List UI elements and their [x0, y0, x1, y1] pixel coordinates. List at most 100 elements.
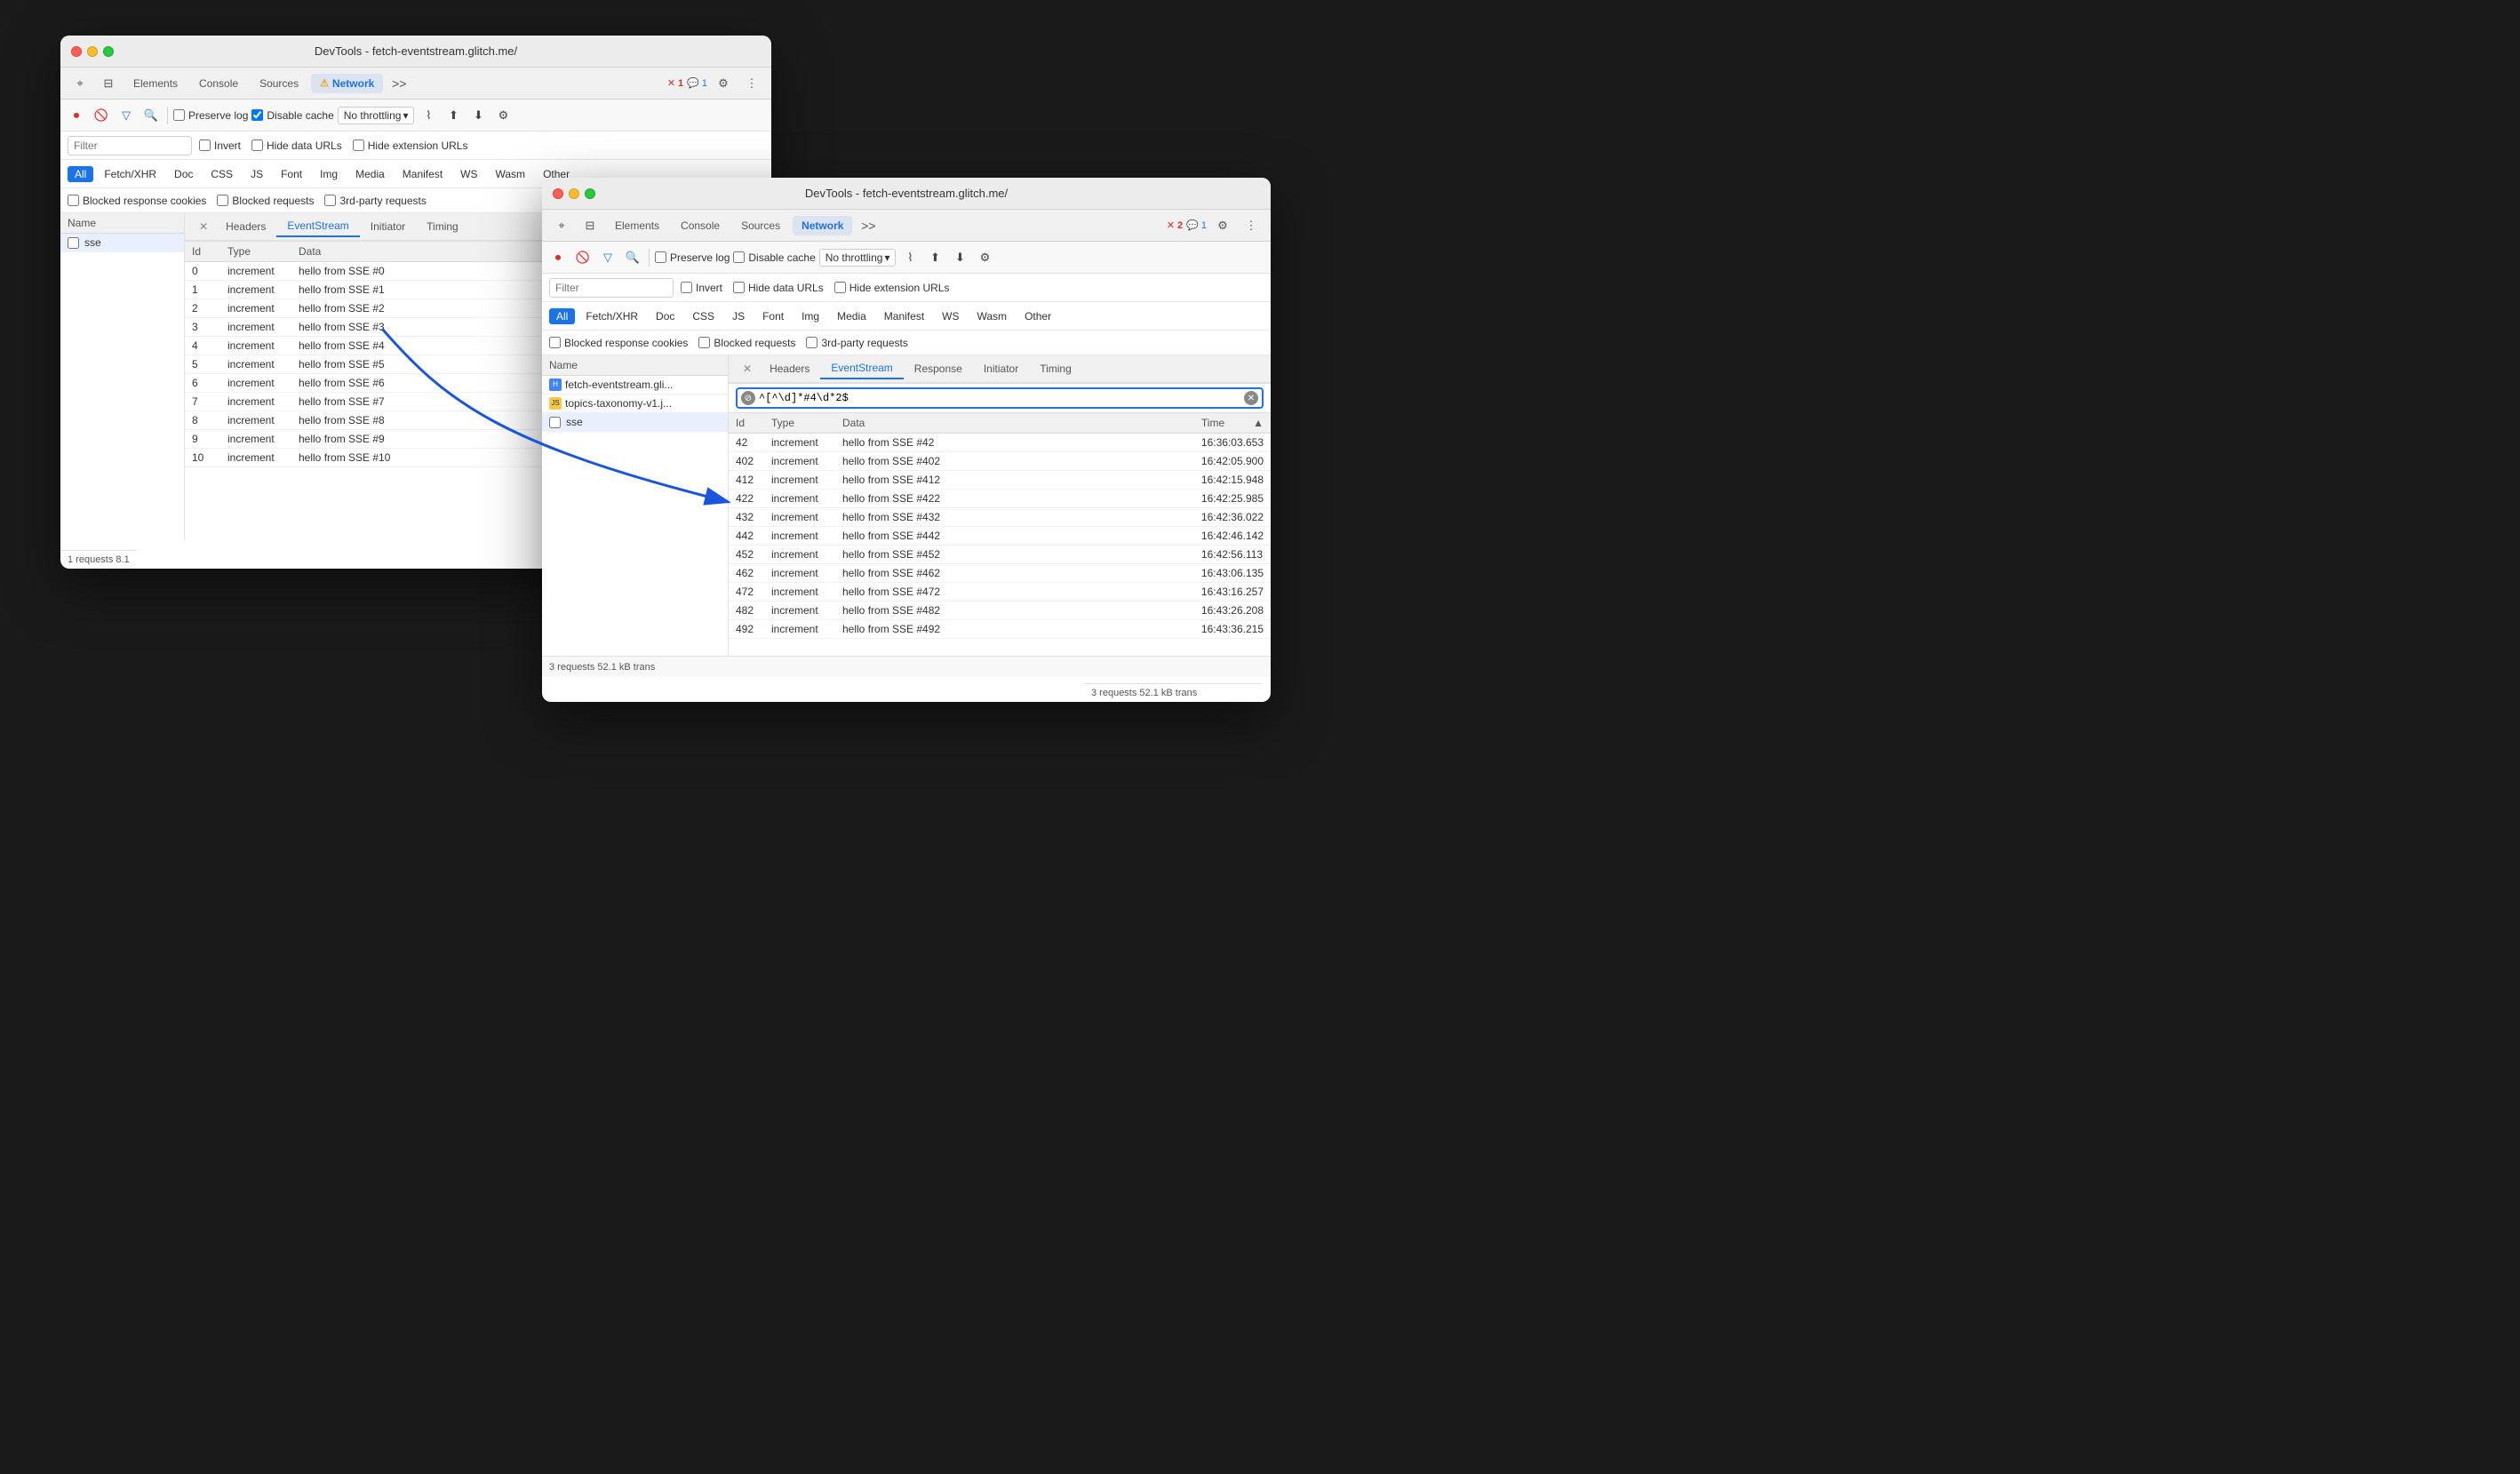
type-btn-other-2[interactable]: Other: [1017, 308, 1058, 324]
cursor-icon-2[interactable]: ⌖: [549, 213, 574, 238]
sub-tab-close-1[interactable]: ✕: [192, 217, 215, 236]
layers-icon[interactable]: ⊟: [96, 71, 121, 96]
download-icon-1[interactable]: ⬇: [467, 105, 489, 126]
invert-checkbox-2[interactable]: Invert: [681, 282, 722, 294]
hide-data-checkbox-2[interactable]: Hide data URLs: [733, 282, 824, 294]
network-gear-2[interactable]: ⚙: [974, 247, 995, 268]
third-party-1[interactable]: 3rd-party requests: [324, 195, 426, 207]
cursor-icon[interactable]: ⌖: [68, 71, 92, 96]
table-row[interactable]: 422 increment hello from SSE #422 16:42:…: [729, 490, 1271, 508]
wifi-icon-2[interactable]: ⌇: [899, 247, 921, 268]
upload-icon-1[interactable]: ⬆: [443, 105, 464, 126]
throttle-select-2[interactable]: No throttling ▾: [819, 249, 897, 267]
table-row[interactable]: JS topics-taxonomy-v1.j...: [542, 394, 728, 413]
type-btn-doc-1[interactable]: Doc: [167, 166, 200, 182]
filter-icon-1[interactable]: ▽: [116, 105, 137, 126]
sub-tab-headers-1[interactable]: Headers: [215, 217, 276, 236]
filter-input-1[interactable]: [68, 136, 192, 155]
type-btn-manifest-2[interactable]: Manifest: [877, 308, 931, 324]
tab-console-1[interactable]: Console: [190, 74, 247, 93]
type-btn-fetchxhr-1[interactable]: Fetch/XHR: [97, 166, 163, 182]
minimize-button-1[interactable]: [87, 46, 98, 57]
table-row[interactable]: 492 increment hello from SSE #492 16:43:…: [729, 620, 1271, 639]
type-btn-fetchxhr-2[interactable]: Fetch/XHR: [578, 308, 645, 324]
table-row[interactable]: sse: [542, 413, 728, 432]
table-row[interactable]: 412 increment hello from SSE #412 16:42:…: [729, 471, 1271, 490]
search-button-2[interactable]: 🔍: [622, 247, 643, 268]
more-options-icon-2[interactable]: ⋮: [1239, 213, 1264, 238]
regex-clear-icon[interactable]: ✕: [1244, 391, 1258, 405]
events-table-container-2[interactable]: Id Type Data Time ▲ 42 increment hello f…: [729, 413, 1271, 656]
third-party-2[interactable]: 3rd-party requests: [806, 337, 907, 349]
filter-input-2[interactable]: [549, 278, 674, 298]
table-row[interactable]: 42 increment hello from SSE #42 16:36:03…: [729, 434, 1271, 452]
clear-button-2[interactable]: 🚫: [572, 247, 594, 268]
search-button-1[interactable]: 🔍: [140, 105, 162, 126]
table-row[interactable]: 472 increment hello from SSE #472 16:43:…: [729, 583, 1271, 602]
record-button-1[interactable]: ⏺: [66, 105, 87, 126]
hide-ext-checkbox-1[interactable]: Hide extension URLs: [353, 139, 468, 152]
type-btn-img-1[interactable]: Img: [313, 166, 345, 182]
regex-input-container[interactable]: ⊘ ✕: [736, 387, 1264, 409]
minimize-button-2[interactable]: [569, 188, 579, 199]
invert-checkbox-1[interactable]: Invert: [199, 139, 241, 152]
settings-icon-1[interactable]: ⚙: [711, 71, 736, 96]
disable-cache-checkbox-1[interactable]: Disable cache: [251, 109, 333, 122]
sse-checkbox-1[interactable]: [68, 237, 79, 249]
tab-network-2[interactable]: Network: [793, 216, 852, 235]
more-tabs-2[interactable]: >>: [856, 213, 881, 238]
sse-checkbox-2[interactable]: [549, 417, 561, 428]
sub-tab-initiator-2[interactable]: Initiator: [973, 359, 1029, 378]
throttle-select-1[interactable]: No throttling ▾: [338, 107, 415, 124]
tab-console-2[interactable]: Console: [672, 216, 729, 235]
network-gear-1[interactable]: ⚙: [492, 105, 514, 126]
sub-tab-initiator-1[interactable]: Initiator: [360, 217, 416, 236]
type-btn-ws-1[interactable]: WS: [453, 166, 484, 182]
record-button-2[interactable]: ⏺: [547, 247, 569, 268]
hide-ext-checkbox-2[interactable]: Hide extension URLs: [834, 282, 950, 294]
type-btn-doc-2[interactable]: Doc: [649, 308, 682, 324]
type-btn-img-2[interactable]: Img: [794, 308, 826, 324]
clear-button-1[interactable]: 🚫: [91, 105, 112, 126]
settings-icon-2[interactable]: ⚙: [1210, 213, 1235, 238]
type-btn-js-1[interactable]: JS: [243, 166, 270, 182]
type-btn-wasm-1[interactable]: Wasm: [489, 166, 533, 182]
preserve-log-checkbox-1[interactable]: Preserve log: [173, 109, 248, 122]
tab-network-1[interactable]: ⚠ Network: [311, 74, 383, 93]
sub-tab-eventstream-1[interactable]: EventStream: [276, 216, 359, 237]
tab-elements-2[interactable]: Elements: [606, 216, 668, 235]
blocked-cookies-1[interactable]: Blocked response cookies: [68, 195, 206, 207]
sub-tab-timing-1[interactable]: Timing: [416, 217, 469, 236]
maximize-button-2[interactable]: [585, 188, 595, 199]
type-btn-css-1[interactable]: CSS: [203, 166, 240, 182]
table-row[interactable]: sse: [60, 234, 184, 252]
download-icon-2[interactable]: ⬇: [949, 247, 970, 268]
disable-cache-checkbox-2[interactable]: Disable cache: [733, 251, 815, 264]
tab-sources-2[interactable]: Sources: [732, 216, 789, 235]
table-row[interactable]: 462 increment hello from SSE #462 16:43:…: [729, 564, 1271, 583]
table-row[interactable]: 442 increment hello from SSE #442 16:42:…: [729, 527, 1271, 546]
table-row[interactable]: 402 increment hello from SSE #402 16:42:…: [729, 452, 1271, 471]
more-options-icon-1[interactable]: ⋮: [739, 71, 764, 96]
table-row[interactable]: H fetch-eventstream.gli...: [542, 376, 728, 394]
type-btn-font-1[interactable]: Font: [274, 166, 309, 182]
type-btn-manifest-1[interactable]: Manifest: [395, 166, 450, 182]
sub-tab-timing-2[interactable]: Timing: [1029, 359, 1082, 378]
type-btn-media-1[interactable]: Media: [348, 166, 392, 182]
type-btn-js-2[interactable]: JS: [725, 308, 752, 324]
regex-input[interactable]: [759, 392, 1240, 404]
tab-sources-1[interactable]: Sources: [251, 74, 307, 93]
maximize-button-1[interactable]: [103, 46, 114, 57]
type-btn-all-2[interactable]: All: [549, 308, 575, 324]
preserve-log-checkbox-2[interactable]: Preserve log: [655, 251, 730, 264]
type-btn-wasm-2[interactable]: Wasm: [970, 308, 1015, 324]
type-btn-media-2[interactable]: Media: [830, 308, 873, 324]
type-btn-font-2[interactable]: Font: [755, 308, 791, 324]
regex-cancel-icon[interactable]: ⊘: [741, 391, 755, 405]
layers-icon-2[interactable]: ⊟: [578, 213, 602, 238]
type-btn-css-2[interactable]: CSS: [685, 308, 722, 324]
type-btn-all-1[interactable]: All: [68, 166, 93, 182]
sub-tab-headers-2[interactable]: Headers: [759, 359, 820, 378]
table-row[interactable]: 432 increment hello from SSE #432 16:42:…: [729, 508, 1271, 527]
hide-data-checkbox-1[interactable]: Hide data URLs: [251, 139, 342, 152]
